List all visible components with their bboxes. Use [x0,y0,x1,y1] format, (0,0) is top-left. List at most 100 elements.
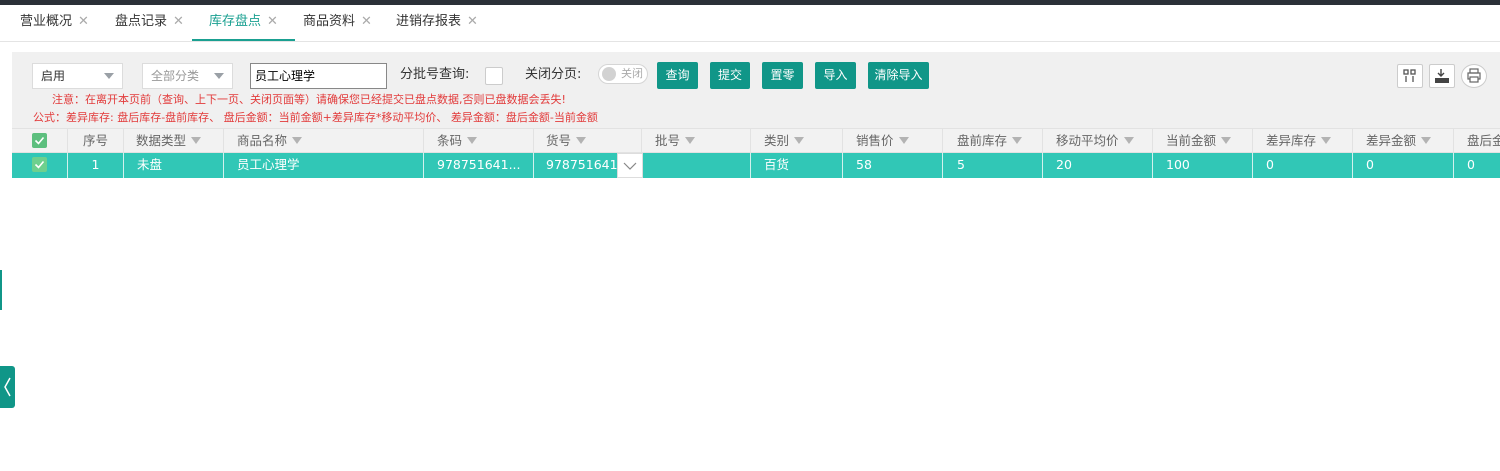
tab-bar: 营业概况 ✕ 盘点记录 ✕ 库存盘点 ✕ 商品资料 ✕ 进销存报表 ✕ [0,5,1500,42]
filter-icon[interactable] [292,137,303,144]
search-input[interactable]: 员工心理学 [250,63,387,89]
query-button[interactable]: 查询 [657,62,698,89]
filter-icon[interactable] [576,137,587,144]
chevron-down-icon [104,73,114,79]
select-all-cell [12,129,68,152]
column-header[interactable]: 差异金额 [1353,129,1454,152]
export-icon[interactable] [1429,64,1455,88]
column-header-label: 移动平均价 [1056,133,1119,148]
import-button[interactable]: 导入 [815,62,856,89]
filter-icon[interactable] [794,137,805,144]
filter-icon[interactable] [191,137,202,144]
select-all-checkbox[interactable] [32,133,47,148]
table-cell: 0 [1467,157,1475,172]
close-icon[interactable]: ✕ [78,14,89,29]
tab-inventory-report[interactable]: 进销存报表 ✕ [396,5,478,41]
columns-icon[interactable] [1397,64,1423,88]
chevron-down-icon [214,73,224,79]
table-cell: 100 [1153,153,1253,178]
column-header[interactable]: 移动平均价 [1043,129,1153,152]
submit-button[interactable]: 提交 [710,62,750,89]
table-row[interactable]: 1 未盘 员工心理学 978751641... 978751641... 百货 … [12,153,1500,178]
column-header[interactable]: 盘前库存 [943,129,1043,152]
chevron-left-icon [4,377,11,397]
sidebar-toggle-handle[interactable] [0,366,15,408]
table-cell: 1 [68,153,124,178]
table-cell: 未盘 [124,153,224,178]
close-icon[interactable]: ✕ [467,14,478,29]
close-paging-toggle[interactable]: 关闭 [598,64,648,84]
column-header-label: 差异金额 [1366,133,1417,148]
tab-label: 商品资料 [303,14,356,29]
filter-icon[interactable] [1123,137,1134,144]
cell-dropdown-button[interactable] [617,153,643,178]
grid-body-area [12,128,1500,471]
column-header[interactable]: 当前金额 [1153,129,1253,152]
column-header[interactable]: 数据类型 [124,129,224,152]
toggle-knob [602,67,616,81]
close-icon[interactable]: ✕ [361,14,372,29]
column-header[interactable]: 销售价 [843,129,943,152]
filter-icon[interactable] [467,137,478,144]
close-paging-label: 关闭分页: [525,67,582,82]
table-cell[interactable] [642,153,751,178]
column-header[interactable]: 差异库存 [1253,129,1353,152]
clear-import-button[interactable]: 清除导入 [868,62,929,89]
filter-icon[interactable] [1221,137,1232,144]
column-header-label: 货号 [546,133,572,148]
filter-icon[interactable] [1321,137,1332,144]
column-header-label: 差异库存 [1266,133,1317,148]
tab-label: 库存盘点 [209,14,262,29]
column-header-label: 当前金额 [1166,133,1217,148]
tab-label: 进销存报表 [396,14,462,29]
table-cell: 5 [943,153,1043,178]
tab-stock-count[interactable]: 库存盘点 ✕ [192,5,295,41]
column-header[interactable]: 条码 [424,129,534,152]
column-header-label: 盘前库存 [957,133,1008,148]
filter-icon[interactable] [1012,137,1023,144]
status-select[interactable]: 启用 [32,63,123,89]
table-cell[interactable]: 978751641... [424,153,534,178]
tab-label: 营业概况 [20,14,73,29]
batch-query-checkbox[interactable] [485,67,503,85]
column-header-label: 类别 [764,133,790,148]
table-cell: 58 [843,153,943,178]
print-icon[interactable] [1461,64,1487,88]
chevron-down-icon [623,162,637,170]
table-cell: 百货 [751,153,843,178]
close-icon[interactable]: ✕ [173,14,184,29]
column-header-label: 序号 [82,133,108,148]
tab-label: 盘点记录 [115,14,168,29]
column-header: 序号 [68,129,124,152]
table-header: 序号 数据类型 商品名称 条码 货号 批号 类别 销售价 盘前库存 移动平均价 … [12,128,1500,153]
column-header[interactable]: 货号 [534,129,642,152]
left-edge-marker [0,270,2,310]
filter-icon[interactable] [685,137,696,144]
column-header[interactable]: 商品名称 [224,129,424,152]
column-header[interactable]: 盘后金 [1454,129,1500,152]
category-select[interactable]: 全部分类 [142,63,233,89]
status-select-value: 启用 [41,69,66,83]
column-header-label: 商品名称 [237,133,288,148]
warning-note: 注意：在离开本页前（查询、上下一页、关闭页面等）请确保您已经提交已盘点数据,否则… [52,93,566,106]
filter-icon[interactable] [1421,137,1432,144]
column-header-label: 销售价 [856,133,894,148]
table-cell: 0 [1253,153,1353,178]
filter-icon[interactable] [898,137,909,144]
reset-zero-button[interactable]: 置零 [762,62,803,89]
row-select-cell [12,153,68,178]
row-checkbox[interactable] [32,157,47,172]
column-header-label: 条码 [437,133,463,148]
table-cell[interactable]: 员工心理学 [224,153,424,178]
tab-product-info[interactable]: 商品资料 ✕ [303,5,372,41]
column-header[interactable]: 类别 [751,129,843,152]
formula-note: 公式：差异库存: 盘后库存-盘前库存、 盘后金额：当前金额+差异库存*移动平均价… [33,111,598,124]
tab-inventory-records[interactable]: 盘点记录 ✕ [115,5,184,41]
category-select-value: 全部分类 [151,69,200,83]
table-cell: 20 [1043,153,1153,178]
column-header-label: 盘后金 [1467,133,1500,148]
table-cell: 0 [1353,153,1454,178]
tab-business-overview[interactable]: 营业概况 ✕ [20,5,89,41]
column-header[interactable]: 批号 [642,129,751,152]
close-icon[interactable]: ✕ [267,14,278,29]
